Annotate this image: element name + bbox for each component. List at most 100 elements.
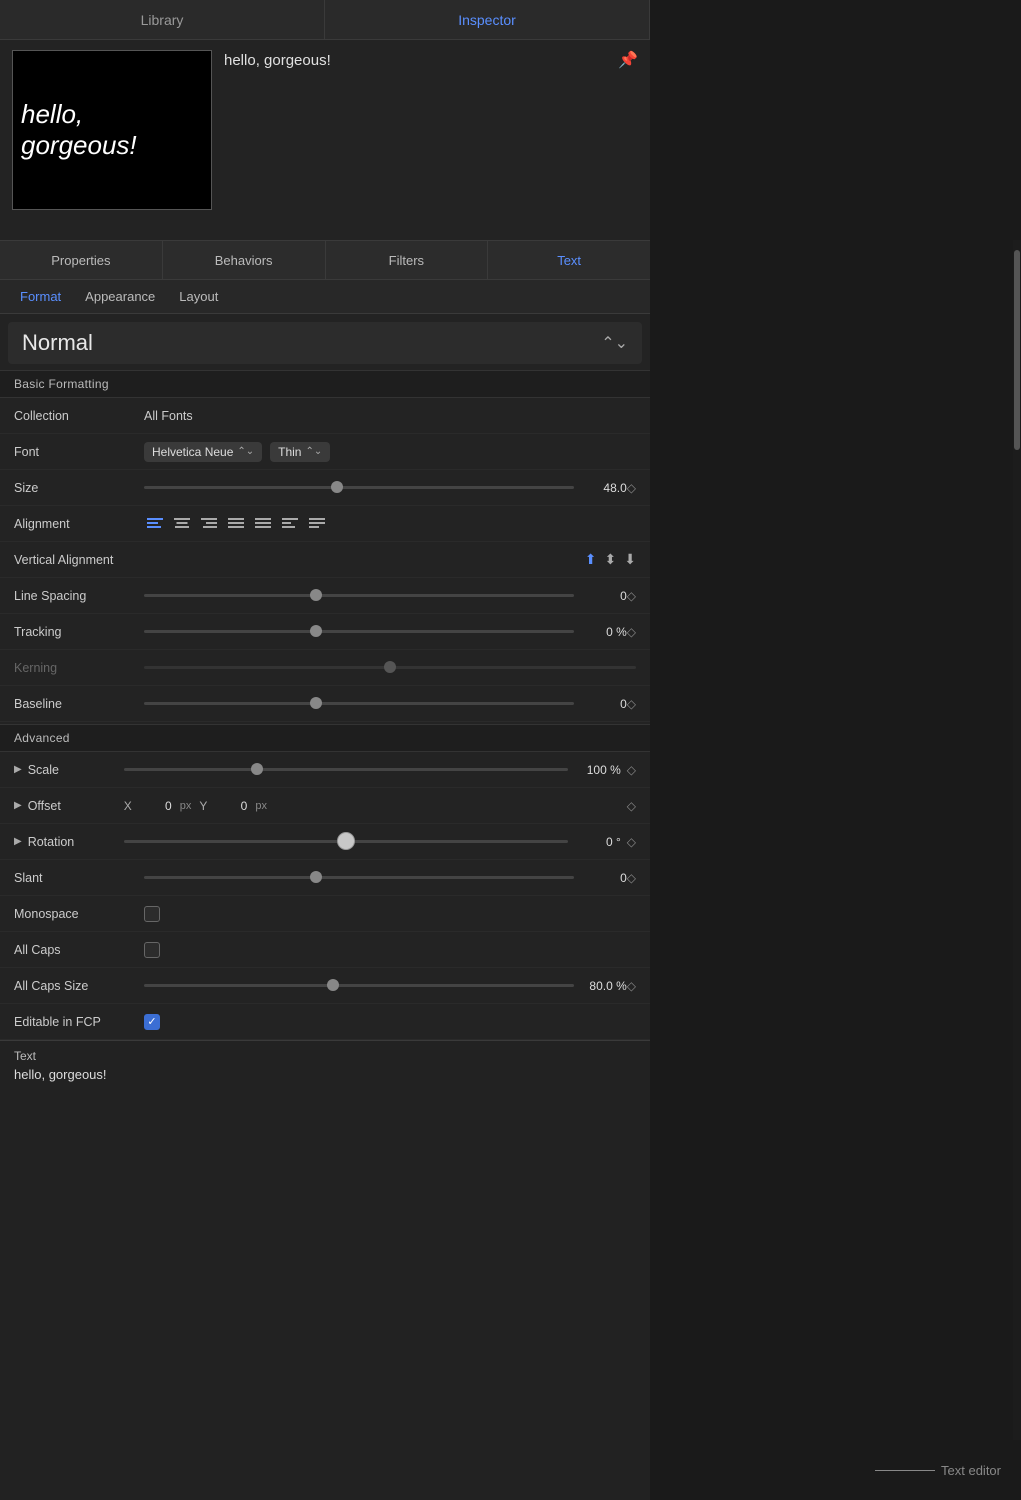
tracking-value[interactable]: 0 % xyxy=(582,625,627,639)
all-caps-checkbox[interactable] xyxy=(144,942,160,958)
label-size: Size xyxy=(14,481,144,495)
tracking-thumb xyxy=(310,625,322,637)
baseline-keyframe-icon[interactable]: ◇ xyxy=(627,697,636,711)
scrollbar[interactable] xyxy=(1013,240,1021,1440)
preview-thumbnail: hello, gorgeous! xyxy=(12,50,212,210)
subtab-appearance[interactable]: Appearance xyxy=(85,289,155,304)
editable-fcp-checkbox[interactable]: ✓ xyxy=(144,1014,160,1030)
expander-row-offset: ▶ Offset X 0 px Y 0 px ◇ xyxy=(0,788,650,824)
align-left-btn[interactable] xyxy=(144,515,166,533)
tab-text[interactable]: Text xyxy=(488,241,650,279)
offset-expander-icon[interactable]: ▶ xyxy=(14,800,22,811)
all-caps-size-slider[interactable]: 80.0 % xyxy=(144,979,627,993)
vert-align-top-btn[interactable]: ⬆ xyxy=(585,551,597,568)
sub-tabs: Format Appearance Layout xyxy=(0,280,650,314)
rotation-thumb xyxy=(337,832,355,850)
preview-area: hello, gorgeous! hello, gorgeous! 📌 xyxy=(0,40,650,240)
rotation-slider[interactable]: 0 ° xyxy=(124,835,621,849)
align-right-btn[interactable] xyxy=(198,515,220,533)
tracking-slider[interactable]: 0 % xyxy=(144,625,627,639)
subtab-layout[interactable]: Layout xyxy=(179,289,218,304)
scroll-spacer xyxy=(0,1090,650,1500)
tab-library[interactable]: Library xyxy=(0,0,325,39)
offset-y-value[interactable]: 0 xyxy=(215,799,247,813)
slant-value[interactable]: 0 xyxy=(582,871,627,885)
size-slider[interactable]: 48.0 xyxy=(144,481,627,495)
tab-inspector[interactable]: Inspector xyxy=(325,0,650,39)
slant-keyframe-icon[interactable]: ◇ xyxy=(627,871,636,885)
vert-align-buttons: ⬆ ⬍ ⬇ xyxy=(585,551,636,568)
scale-keyframe-icon[interactable]: ◇ xyxy=(627,763,636,777)
offset-x-unit: px xyxy=(180,800,192,812)
line-spacing-keyframe-icon[interactable]: ◇ xyxy=(627,589,636,603)
prop-row-collection: Collection All Fonts xyxy=(0,398,650,434)
prop-row-size: Size 48.0 ◇ xyxy=(0,470,650,506)
baseline-slider[interactable]: 0 xyxy=(144,697,627,711)
align-wrap-btn[interactable] xyxy=(306,515,328,533)
scale-expander-icon[interactable]: ▶ xyxy=(14,764,22,775)
scale-thumb xyxy=(251,763,263,775)
rotation-keyframe-icon[interactable]: ◇ xyxy=(627,835,636,849)
label-offset: Offset xyxy=(28,799,118,813)
section-tabs: Properties Behaviors Filters Text xyxy=(0,240,650,280)
subtab-format[interactable]: Format xyxy=(20,289,61,304)
offset-y-unit: px xyxy=(255,800,267,812)
preview-title: hello, gorgeous! xyxy=(224,52,331,69)
text-editor-label: Text xyxy=(14,1049,636,1063)
preview-info: hello, gorgeous! 📌 xyxy=(224,50,638,70)
size-keyframe-icon[interactable]: ◇ xyxy=(627,481,636,495)
slant-slider[interactable]: 0 xyxy=(144,871,627,885)
chevron-down-icon: ⌃⌄ xyxy=(237,446,254,457)
label-alignment: Alignment xyxy=(14,517,144,531)
label-vertical-alignment: Vertical Alignment xyxy=(14,553,144,567)
offset-values: X 0 px Y 0 px xyxy=(124,799,621,813)
tracking-keyframe-icon[interactable]: ◇ xyxy=(627,625,636,639)
baseline-thumb xyxy=(310,697,322,709)
prop-row-editable-fcp: Editable in FCP ✓ xyxy=(0,1004,650,1040)
align-force-justify-btn[interactable] xyxy=(252,515,274,533)
baseline-value[interactable]: 0 xyxy=(582,697,627,711)
offset-keyframe-icon[interactable]: ◇ xyxy=(627,799,636,813)
line-spacing-thumb xyxy=(310,589,322,601)
tab-properties[interactable]: Properties xyxy=(0,241,163,279)
rotation-value[interactable]: 0 ° xyxy=(576,835,621,849)
style-dropdown[interactable]: Normal ⌃⌄ xyxy=(8,322,642,364)
scale-value[interactable]: 100 % xyxy=(576,763,621,777)
tab-filters[interactable]: Filters xyxy=(326,241,489,279)
pin-icon[interactable]: 📌 xyxy=(618,50,638,70)
align-natural-btn[interactable] xyxy=(279,515,301,533)
slant-thumb xyxy=(310,871,322,883)
all-caps-size-keyframe-icon[interactable]: ◇ xyxy=(627,979,636,993)
label-kerning: Kerning xyxy=(14,661,144,675)
all-caps-size-value[interactable]: 80.0 % xyxy=(582,979,627,993)
chevron-down-icon: ⌃⌄ xyxy=(305,446,322,457)
tab-behaviors[interactable]: Behaviors xyxy=(163,241,326,279)
basic-formatting-header: Basic Formatting xyxy=(0,370,650,398)
align-justify-btn[interactable] xyxy=(225,515,247,533)
value-editable-fcp: ✓ xyxy=(144,1014,636,1030)
offset-x-value[interactable]: 0 xyxy=(140,799,172,813)
offset-y-label: Y xyxy=(199,799,207,813)
value-all-caps xyxy=(144,942,636,958)
text-editor-content[interactable]: hello, gorgeous! xyxy=(14,1067,636,1082)
value-collection: All Fonts xyxy=(144,409,636,423)
label-all-caps-size: All Caps Size xyxy=(14,979,144,993)
label-line-spacing: Line Spacing xyxy=(14,589,144,603)
scrollbar-thumb[interactable] xyxy=(1014,250,1020,450)
line-spacing-value[interactable]: 0 xyxy=(582,589,627,603)
collection-value: All Fonts xyxy=(144,409,193,423)
font-weight-dropdown[interactable]: Thin ⌃⌄ xyxy=(270,442,330,462)
line-spacing-slider[interactable]: 0 xyxy=(144,589,627,603)
style-dropdown-value: Normal xyxy=(22,330,93,356)
scale-slider[interactable]: 100 % xyxy=(124,763,621,777)
size-value[interactable]: 48.0 xyxy=(582,481,627,495)
value-vertical-alignment: ⬆ ⬍ ⬇ xyxy=(144,551,636,568)
annotation-label: Text editor xyxy=(941,1463,1001,1478)
vert-align-middle-btn[interactable]: ⬍ xyxy=(605,551,617,568)
prop-row-slant: Slant 0 ◇ xyxy=(0,860,650,896)
align-center-btn[interactable] xyxy=(171,515,193,533)
rotation-expander-icon[interactable]: ▶ xyxy=(14,836,22,847)
font-family-dropdown[interactable]: Helvetica Neue ⌃⌄ xyxy=(144,442,262,462)
vert-align-bottom-btn[interactable]: ⬇ xyxy=(624,551,636,568)
monospace-checkbox[interactable] xyxy=(144,906,160,922)
